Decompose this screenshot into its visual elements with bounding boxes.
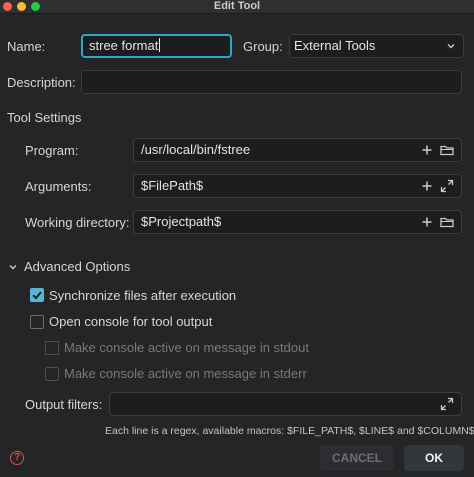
console-stdout-label: Make console active on message in stdout bbox=[64, 340, 309, 355]
working-directory-input[interactable]: $Projectpath$ bbox=[133, 210, 462, 234]
plus-icon[interactable] bbox=[419, 142, 435, 158]
expand-icon[interactable] bbox=[439, 396, 455, 412]
group-select[interactable]: External Tools bbox=[289, 34, 464, 58]
plus-icon[interactable] bbox=[419, 178, 435, 194]
program-label: Program: bbox=[25, 143, 79, 158]
sync-files-checkbox[interactable] bbox=[30, 288, 44, 302]
description-label: Description: bbox=[7, 75, 76, 90]
text-caret bbox=[159, 38, 161, 52]
cancel-button[interactable]: CANCEL bbox=[320, 445, 394, 471]
expand-icon[interactable] bbox=[439, 178, 455, 194]
group-select-value: External Tools bbox=[294, 38, 376, 53]
name-input-value: stree format bbox=[89, 38, 159, 53]
output-filters-label: Output filters: bbox=[25, 397, 103, 412]
tool-settings-title: Tool Settings bbox=[7, 110, 82, 125]
group-label: Group: bbox=[243, 39, 283, 54]
name-label: Name: bbox=[7, 39, 46, 54]
arguments-input[interactable]: $FilePath$ bbox=[133, 174, 462, 198]
arguments-label: Arguments: bbox=[25, 179, 92, 194]
program-input[interactable]: /usr/local/bin/fstree bbox=[133, 138, 462, 162]
working-directory-input-value: $Projectpath$ bbox=[141, 214, 222, 229]
name-input[interactable]: stree format bbox=[81, 34, 232, 58]
open-console-checkbox[interactable] bbox=[30, 315, 44, 329]
open-console-label: Open console for tool output bbox=[49, 314, 213, 329]
working-directory-label: Working directory: bbox=[25, 215, 130, 230]
chevron-down-icon bbox=[9, 265, 17, 270]
console-stderr-label: Make console active on message in stderr bbox=[64, 366, 307, 381]
folder-icon[interactable] bbox=[439, 214, 455, 230]
title-bar: Edit Tool bbox=[0, 0, 474, 14]
plus-icon[interactable] bbox=[419, 214, 435, 230]
console-stdout-checkbox[interactable] bbox=[45, 341, 59, 355]
output-filters-hint: Each line is a regex, available macros: … bbox=[105, 425, 474, 437]
description-input[interactable] bbox=[81, 70, 462, 94]
output-filters-input[interactable] bbox=[109, 392, 462, 416]
checkmark-icon bbox=[32, 291, 42, 300]
window-title: Edit Tool bbox=[213, 0, 261, 12]
program-input-value: /usr/local/bin/fstree bbox=[141, 142, 251, 157]
help-icon[interactable]: ? bbox=[10, 451, 24, 465]
advanced-options-title: Advanced Options bbox=[24, 259, 131, 274]
sync-files-label: Synchronize files after execution bbox=[49, 288, 237, 303]
folder-icon[interactable] bbox=[439, 142, 455, 158]
ok-button[interactable]: OK bbox=[404, 445, 464, 471]
arguments-input-value: $FilePath$ bbox=[141, 178, 204, 193]
chevron-down-icon bbox=[447, 44, 455, 49]
console-stderr-checkbox[interactable] bbox=[45, 367, 59, 381]
